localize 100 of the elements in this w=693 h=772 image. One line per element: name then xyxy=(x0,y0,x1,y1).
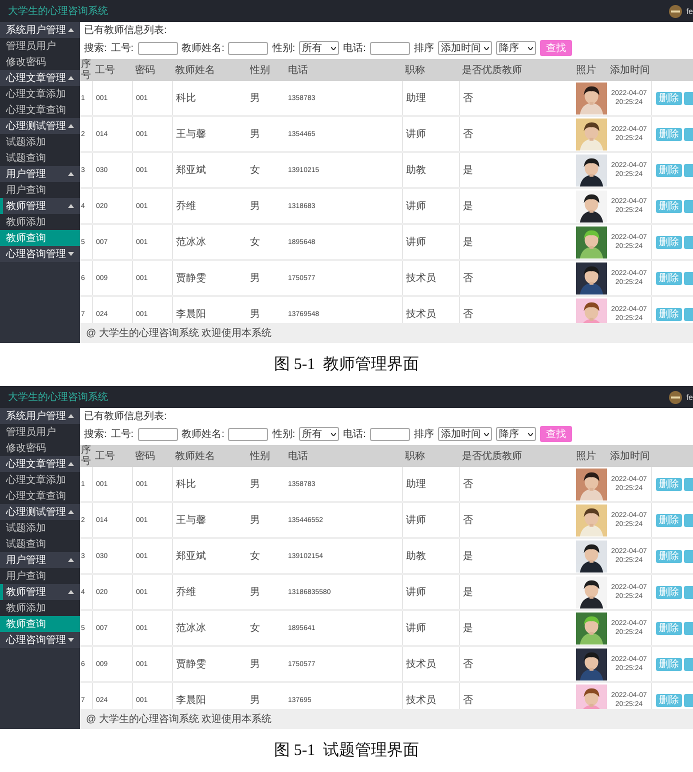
table-cell-text: 女 xyxy=(250,164,260,177)
menu-item[interactable]: 试题查询 xyxy=(0,536,80,552)
input-field[interactable] xyxy=(138,428,178,440)
field-label: 工号: xyxy=(110,428,134,441)
table-cell-text: 是 xyxy=(463,622,473,635)
select-field[interactable]: 添加时间 xyxy=(438,41,492,55)
table-cell-text: 助理 xyxy=(406,92,426,105)
input-field[interactable] xyxy=(228,42,268,54)
table-cell-text: 是 xyxy=(463,550,473,563)
table-cell-text: 乔维 xyxy=(176,586,196,599)
menu-group-header[interactable]: 心理测试管理 xyxy=(0,504,80,520)
field-label: 电话: xyxy=(343,428,366,441)
menu-group-header[interactable]: 心理咨询管理 xyxy=(0,246,80,262)
input-field[interactable] xyxy=(370,428,410,440)
menu-group-header[interactable]: 教师管理 xyxy=(0,198,80,214)
table-cell-text: 女 xyxy=(250,236,260,249)
field-label: 排序 xyxy=(414,42,434,55)
menu-item[interactable]: 心理文章查询 xyxy=(0,488,80,504)
input-field[interactable] xyxy=(228,428,268,440)
list-title: 已有教师信息列表: xyxy=(83,410,168,423)
table-cell-text: 是 xyxy=(463,236,473,249)
table-cell-text: 男 xyxy=(250,694,260,707)
table-cell-text: 否 xyxy=(463,694,473,707)
chevron-down-icon xyxy=(484,432,489,436)
menu-item[interactable]: 修改密码 xyxy=(0,440,80,456)
menu-item[interactable]: 试题添加 xyxy=(0,520,80,536)
select-field[interactable]: 降序 xyxy=(496,427,536,441)
menu-item[interactable]: 心理文章查询 xyxy=(0,102,80,118)
menu-item[interactable]: 管理员用户 xyxy=(0,38,80,54)
menu-item[interactable]: 教师查询 xyxy=(0,616,80,632)
column-header: 是否优质教师 xyxy=(461,450,523,463)
table-cell-text: 女 xyxy=(250,622,260,635)
menu-item[interactable]: 教师查询 xyxy=(0,230,80,246)
menu-item[interactable]: 管理员用户 xyxy=(0,424,80,440)
field-label: 工号: xyxy=(110,42,134,55)
table-cell-text: 讲师 xyxy=(406,586,426,599)
column-header: 密码 xyxy=(134,450,156,463)
table-cell-text: 否 xyxy=(463,308,473,321)
chevron-down-icon xyxy=(331,46,336,50)
field-label: 搜索: xyxy=(84,428,107,441)
table-cell-text: 助教 xyxy=(406,164,426,177)
menu-group-header[interactable]: 教师管理 xyxy=(0,584,80,600)
field-label: 教师姓名: xyxy=(182,42,224,55)
avatar-icon xyxy=(669,390,682,404)
menu-group-header[interactable]: 心理咨询管理 xyxy=(0,632,80,648)
select-field[interactable]: 所有 xyxy=(299,427,340,441)
menu-group-header[interactable]: 心理测试管理 xyxy=(0,118,80,134)
menu-group-header[interactable]: 用户管理 xyxy=(0,166,80,182)
chevron-down-icon xyxy=(528,46,533,50)
table-cell-text: 李晨阳 xyxy=(176,308,206,321)
input-field[interactable] xyxy=(138,42,178,54)
column-header: 添加时间 xyxy=(609,64,651,77)
table-cell-text: 男 xyxy=(250,514,260,527)
table-cell-text: 助理 xyxy=(406,478,426,491)
table-cell-text: 否 xyxy=(463,658,473,671)
field-label: 排序 xyxy=(414,428,434,441)
table-cell-text: 讲师 xyxy=(406,514,426,527)
menu-item[interactable]: 教师添加 xyxy=(0,600,80,616)
table-cell-text: 男 xyxy=(250,308,260,321)
user-name: fe xyxy=(686,6,693,16)
column-header: 性别 xyxy=(248,64,271,77)
menu-group-header[interactable]: 心理文章管理 xyxy=(0,70,80,86)
select-field[interactable]: 添加时间 xyxy=(438,427,492,441)
menu-item[interactable]: 教师添加 xyxy=(0,214,80,230)
field-label: 搜索: xyxy=(84,42,107,55)
column-header: 工号 xyxy=(94,64,116,77)
chevron-down-icon xyxy=(484,46,489,50)
table-cell-text: 讲师 xyxy=(406,128,426,141)
column-header: 电话 xyxy=(287,450,309,463)
menu-item[interactable]: 用户查询 xyxy=(0,182,80,198)
menu-item[interactable]: 用户查询 xyxy=(0,568,80,584)
table-cell-text: 讲师 xyxy=(406,200,426,213)
table-cell-text: 男 xyxy=(250,658,260,671)
table-cell-text: 是 xyxy=(463,164,473,177)
avatar-icon xyxy=(669,4,682,18)
table-cell-text: 讲师 xyxy=(406,236,426,249)
table-cell-text: 否 xyxy=(463,128,473,141)
menu-group-header[interactable]: 用户管理 xyxy=(0,552,80,568)
column-header: 是否优质教师 xyxy=(461,64,523,77)
column-header: 照片 xyxy=(575,450,597,463)
table-cell-text: 助教 xyxy=(406,550,426,563)
menu-item[interactable]: 修改密码 xyxy=(0,54,80,70)
menu-group-header[interactable]: 系统用户管理 xyxy=(0,22,80,38)
table-cell-text: 范冰冰 xyxy=(176,236,206,249)
figure-caption: 图 5-1 试题管理界面 xyxy=(272,740,420,761)
column-header: 照片 xyxy=(575,64,597,77)
menu-item[interactable]: 试题查询 xyxy=(0,150,80,166)
menu-item[interactable]: 心理文章添加 xyxy=(0,86,80,102)
menu-group-header[interactable]: 心理文章管理 xyxy=(0,456,80,472)
column-header: 电话 xyxy=(287,64,309,77)
table-cell-text: 否 xyxy=(463,478,473,491)
table-cell-text: 讲师 xyxy=(406,622,426,635)
input-field[interactable] xyxy=(370,42,410,54)
menu-item[interactable]: 试题添加 xyxy=(0,134,80,150)
select-field[interactable]: 所有 xyxy=(299,41,340,55)
table-cell-text: 贾静雯 xyxy=(176,658,206,671)
select-field[interactable]: 降序 xyxy=(496,41,536,55)
menu-group-header[interactable]: 系统用户管理 xyxy=(0,408,80,424)
field-label: 性别: xyxy=(272,42,296,55)
menu-item[interactable]: 心理文章添加 xyxy=(0,472,80,488)
